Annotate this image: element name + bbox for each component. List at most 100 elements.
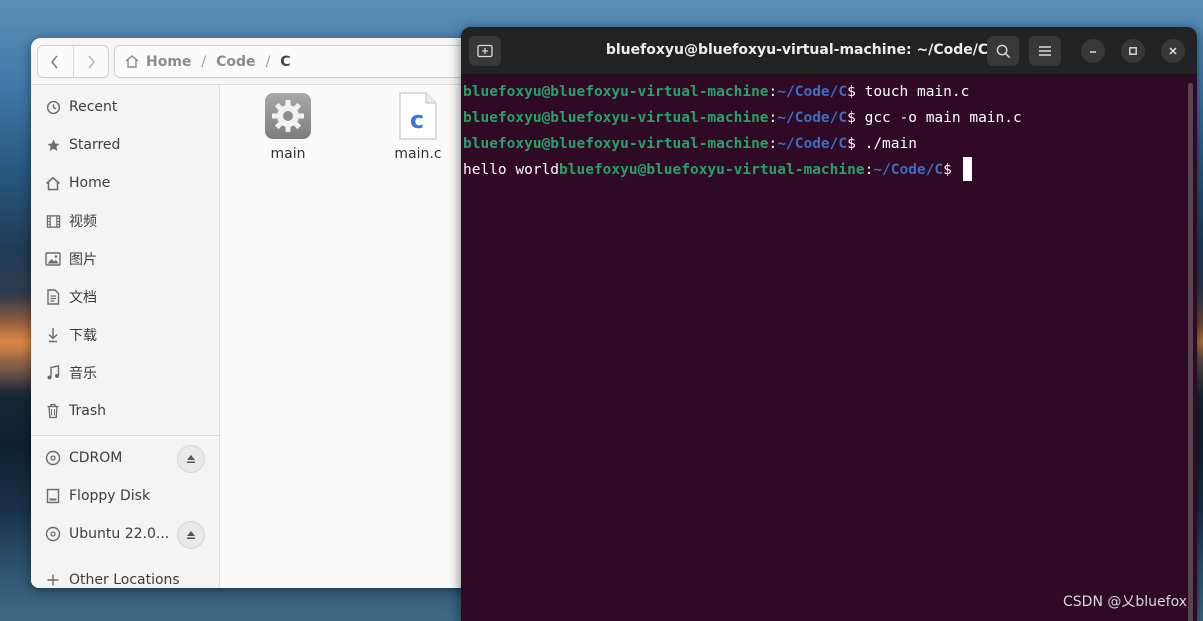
trash-icon — [45, 403, 61, 419]
watermark: CSDN @乂bluefox — [1063, 594, 1187, 610]
terminal-line: bluefoxyu@bluefoxyu-virtual-machine:~/Co… — [463, 105, 1183, 131]
home-icon — [45, 175, 61, 191]
output-text: hello world — [463, 162, 560, 178]
sidebar-item-label: Trash — [69, 403, 106, 419]
sidebar-item-label: Recent — [69, 99, 118, 115]
sidebar-item-label: Floppy Disk — [69, 488, 151, 504]
plus-icon — [45, 572, 61, 588]
download-icon — [45, 327, 61, 343]
sidebar-item-label: 图片 — [69, 252, 97, 268]
path-segment-code[interactable]: Code — [216, 54, 255, 70]
sidebar-item-other-locations[interactable]: Other Locations — [31, 563, 219, 588]
prompt-symbol: $ — [847, 110, 856, 126]
music-icon — [45, 365, 61, 381]
prompt-symbol: $ — [847, 84, 856, 100]
file-name: main — [270, 146, 306, 162]
terminal-line: bluefoxyu@bluefoxyu-virtual-machine:~/Co… — [463, 79, 1183, 105]
clock-icon — [45, 99, 61, 115]
sidebar-item-music[interactable]: 音乐 — [31, 356, 219, 390]
disc-icon — [45, 450, 61, 466]
prompt-colon: : — [768, 84, 778, 100]
file-name: main.c — [394, 146, 442, 162]
menu-button[interactable] — [1029, 36, 1061, 66]
sidebar-item-trash[interactable]: Trash — [31, 394, 219, 428]
path-segment-home[interactable]: Home — [146, 54, 191, 70]
sidebar-item-floppy[interactable]: Floppy Disk — [31, 479, 219, 513]
home-icon — [124, 54, 140, 69]
eject-icon — [187, 531, 195, 539]
close-icon — [1169, 47, 1177, 55]
document-icon — [45, 289, 61, 305]
sidebar-item-downloads[interactable]: 下载 — [31, 318, 219, 352]
prompt-path: ~/Code/C — [777, 136, 848, 152]
sidebar-item-starred[interactable]: Starred — [31, 128, 219, 162]
path-separator: / — [201, 53, 207, 70]
prompt-colon: : — [768, 110, 778, 126]
close-button[interactable] — [1161, 39, 1185, 63]
sidebar-item-label: 视频 — [69, 214, 97, 230]
video-icon — [45, 213, 61, 229]
file-item-main-c[interactable]: c main.c — [378, 92, 458, 162]
terminal-header-bar: bluefoxyu@bluefoxyu-virtual-machine: ~/C… — [461, 27, 1197, 75]
prompt-user: bluefoxyu@bluefoxyu-virtual-machine — [559, 162, 865, 178]
eject-icon — [187, 455, 195, 463]
sidebar-item-cdrom[interactable]: CDROM — [31, 441, 219, 475]
prompt-path: ~/Code/C — [777, 110, 848, 126]
disc-icon — [45, 526, 61, 542]
star-icon — [45, 137, 61, 153]
c-glyph: c — [410, 106, 424, 134]
chevron-right-icon — [88, 55, 95, 68]
sidebar-item-pictures[interactable]: 图片 — [31, 242, 219, 276]
sidebar-item-recent[interactable]: Recent — [31, 90, 219, 124]
sidebar-item-videos[interactable]: 视频 — [31, 204, 219, 238]
back-button[interactable] — [38, 46, 73, 77]
prompt-symbol: $ — [943, 162, 952, 178]
minimize-icon — [1090, 51, 1096, 53]
sidebar-item-label: Other Locations — [69, 572, 180, 588]
prompt-user: bluefoxyu@bluefoxyu-virtual-machine — [463, 110, 769, 126]
search-button[interactable] — [987, 36, 1019, 66]
path-segment-current[interactable]: C — [280, 54, 290, 70]
new-tab-button[interactable] — [469, 36, 501, 66]
sidebar-item-label: Ubuntu 22.0... — [69, 526, 170, 542]
prompt-path: ~/Code/C — [873, 162, 944, 178]
sidebar-item-label: Starred — [69, 137, 121, 153]
sidebar-item-label: 下载 — [69, 328, 97, 344]
command-text: gcc -o main main.c — [855, 110, 1022, 126]
prompt-colon: : — [768, 136, 778, 152]
sidebar-item-ubuntu-disc[interactable]: Ubuntu 22.0... — [31, 517, 219, 551]
files-window: Home / Code / C Recent Starred Home 视频 图… — [31, 38, 491, 588]
new-tab-icon — [477, 44, 493, 58]
terminal-line: bluefoxyu@bluefoxyu-virtual-machine:~/Co… — [463, 131, 1183, 157]
drive-icon — [45, 488, 61, 504]
path-bar[interactable]: Home / Code / C — [114, 45, 491, 78]
terminal-output[interactable]: bluefoxyu@bluefoxyu-virtual-machine:~/Co… — [463, 79, 1183, 621]
sidebar-item-label: CDROM — [69, 450, 123, 466]
terminal-line: hello worldbluefoxyu@bluefoxyu-virtual-m… — [463, 157, 1183, 183]
command-text — [952, 162, 961, 178]
chevron-left-icon — [51, 55, 58, 68]
sidebar-item-label: 文档 — [69, 290, 97, 306]
minimize-button[interactable] — [1081, 39, 1105, 63]
path-separator: / — [265, 53, 271, 70]
prompt-symbol: $ — [847, 136, 856, 152]
prompt-user: bluefoxyu@bluefoxyu-virtual-machine — [463, 136, 769, 152]
eject-button[interactable] — [177, 521, 205, 549]
maximize-button[interactable] — [1121, 39, 1145, 63]
command-text: touch main.c — [855, 84, 970, 100]
sidebar-item-label: Home — [69, 175, 111, 191]
forward-button[interactable] — [72, 46, 109, 77]
eject-button[interactable] — [177, 445, 205, 473]
terminal-scrollbar[interactable] — [1188, 83, 1193, 621]
sidebar-item-home[interactable]: Home — [31, 166, 219, 200]
prompt-colon: : — [864, 162, 874, 178]
prompt-user: bluefoxyu@bluefoxyu-virtual-machine — [463, 84, 769, 100]
file-item-main[interactable]: main — [248, 92, 328, 162]
sidebar-item-documents[interactable]: 文档 — [31, 280, 219, 314]
image-icon — [45, 251, 61, 267]
executable-gear-icon — [265, 93, 311, 139]
sidebar-item-label: 音乐 — [69, 366, 97, 382]
hamburger-menu-icon — [1039, 46, 1051, 56]
sidebar-divider — [31, 435, 219, 436]
places-sidebar: Recent Starred Home 视频 图片 文档 下载 音乐 Trash… — [31, 85, 220, 588]
